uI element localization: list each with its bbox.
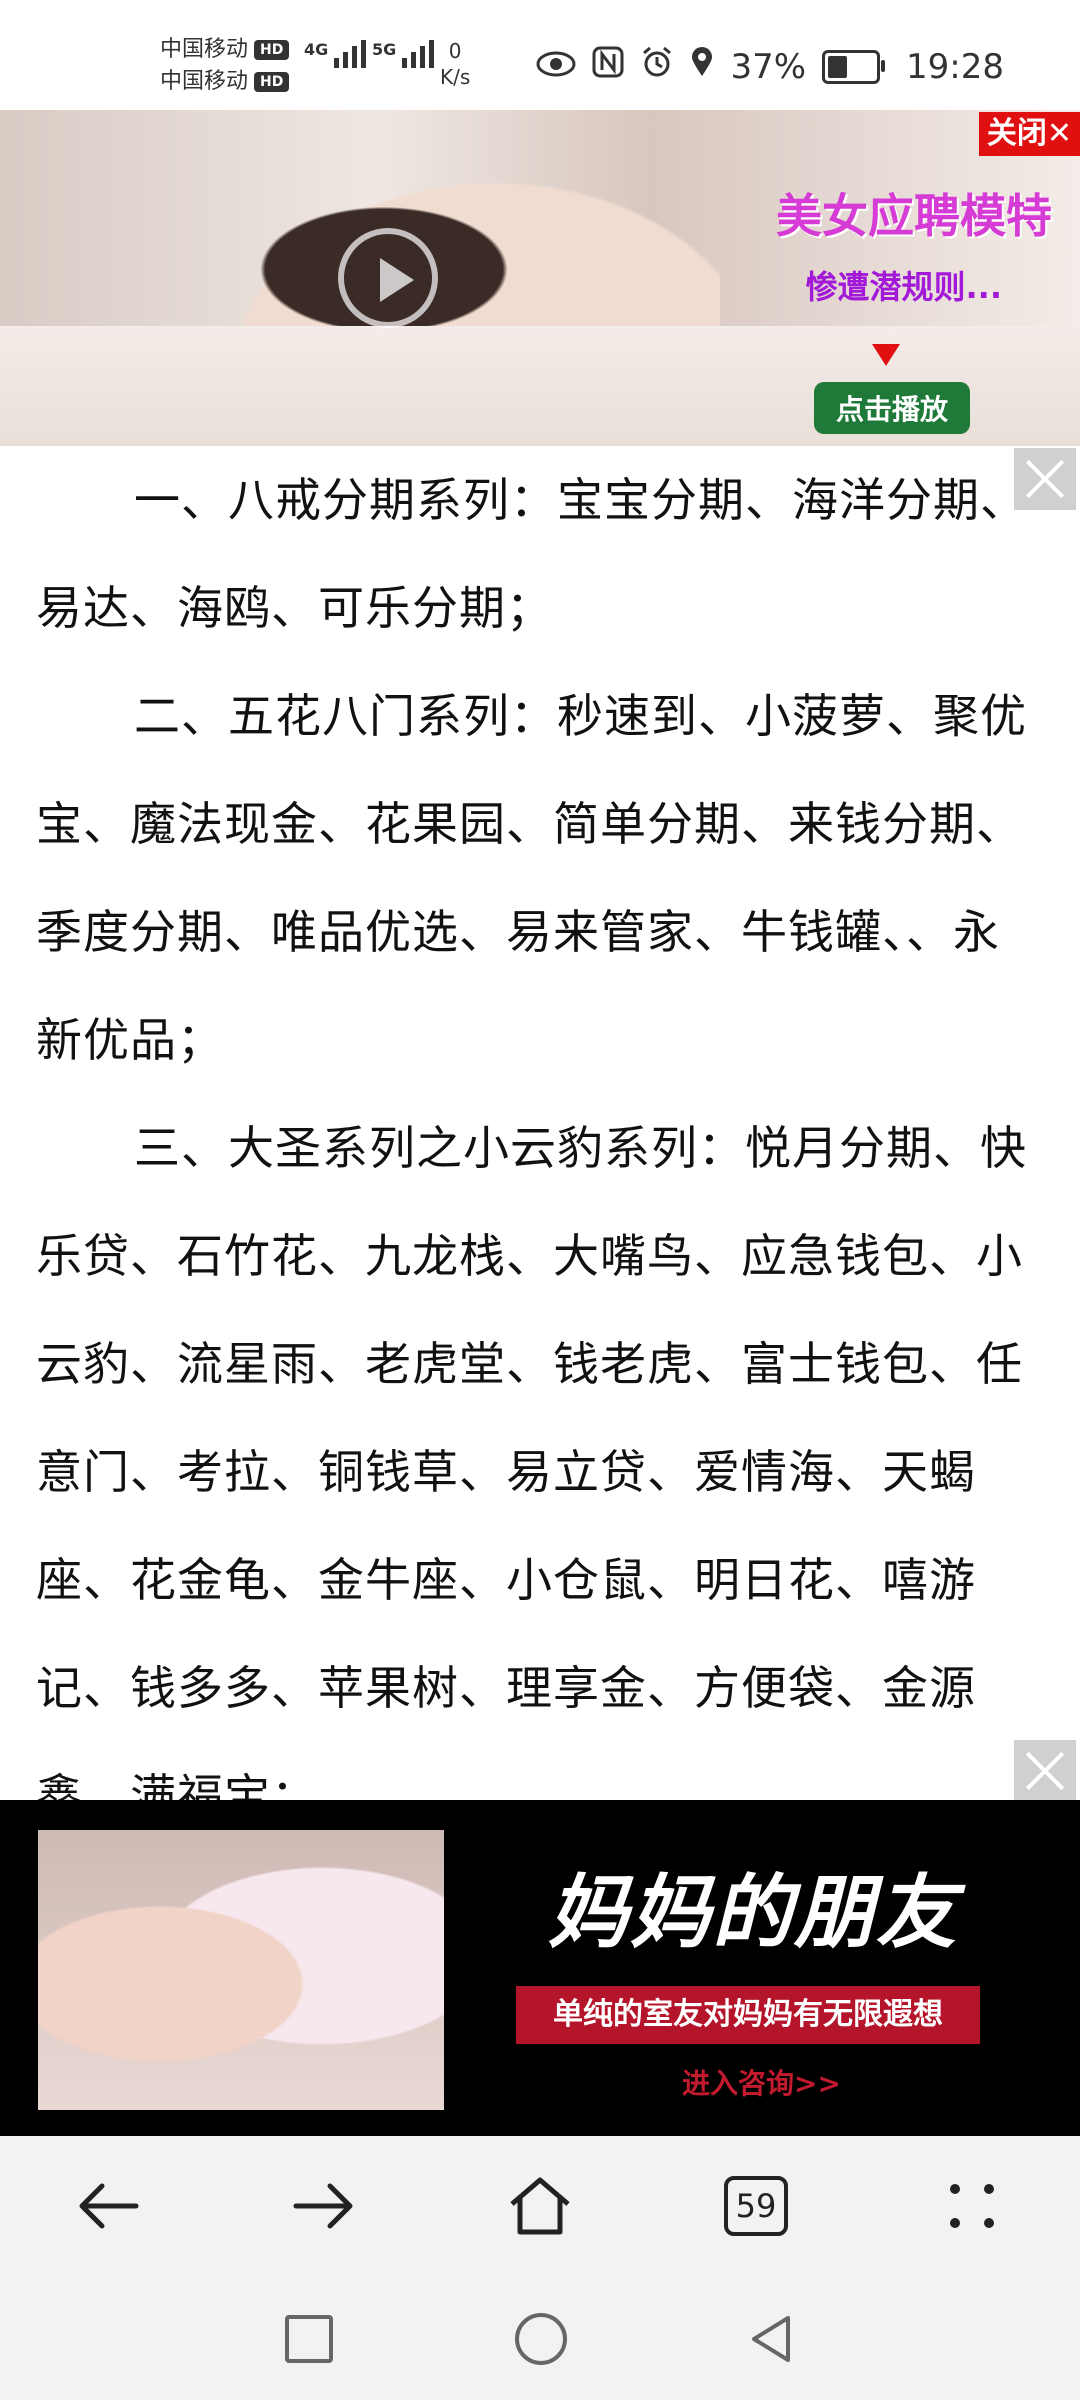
arrow-left-icon	[79, 2183, 139, 2229]
status-icons: 37% 19:28	[536, 45, 1004, 88]
browser-toolbar: 59	[0, 2136, 1080, 2276]
ad-play-button[interactable]: 点击播放	[813, 382, 970, 434]
signal-4g-icon: 4G	[304, 40, 367, 68]
home-button[interactable]	[500, 2166, 580, 2246]
arrow-right-icon	[293, 2183, 353, 2229]
home-nav-button[interactable]	[506, 2304, 576, 2374]
battery-icon	[822, 49, 886, 84]
video-play-icon[interactable]	[338, 228, 438, 328]
triangle-back-icon	[752, 2316, 790, 2362]
forward-button[interactable]	[284, 2166, 364, 2246]
article-paragraph-1: 一、八戒分期系列：宝宝分期、海洋分期、易达、海鸥、可乐分期；	[36, 473, 1027, 635]
battery-percent: 37%	[730, 46, 807, 87]
tabs-button[interactable]: 59	[716, 2166, 796, 2246]
ad-title: 美女应聘模特	[776, 189, 1052, 243]
more-dots-icon	[950, 2184, 994, 2228]
arrow-down-icon	[872, 344, 900, 366]
article-content: 一、八戒分期系列：宝宝分期、海洋分期、易达、海鸥、可乐分期； 二、五花八门系列：…	[36, 446, 1042, 1800]
circle-icon	[515, 2313, 567, 2365]
nfc-icon	[592, 46, 624, 87]
clock: 19:28	[906, 46, 1004, 87]
system-nav-bar	[0, 2276, 1080, 2400]
net-speed: 0 K/s	[440, 39, 471, 89]
back-button[interactable]	[68, 2166, 148, 2246]
carrier-info: 中国移动 HD 中国移动 HD	[160, 34, 290, 98]
ad-subtitle: 单纯的室友对妈妈有无限遐想	[516, 1986, 980, 2044]
recent-apps-button[interactable]	[274, 2304, 344, 2374]
ad-close-button[interactable]: 关闭✕	[978, 112, 1080, 156]
hd-badge-2: HD	[254, 72, 290, 92]
ad-image	[38, 1830, 444, 2110]
alarm-icon	[640, 45, 674, 88]
article-paragraph-3: 三、大圣系列之小云豹系列：悦月分期、快乐贷、石竹花、九龙栈、大嘴鸟、应急钱包、小…	[36, 1121, 1027, 1800]
more-menu-button[interactable]	[932, 2166, 1012, 2246]
close-icon[interactable]	[1014, 448, 1076, 510]
bottom-ad-banner[interactable]: 妈妈的朋友 单纯的室友对妈妈有无限遐想 进入咨询>>	[0, 1800, 1080, 2136]
hd-badge-1: HD	[254, 40, 290, 60]
tab-count: 59	[724, 2176, 788, 2236]
home-icon	[510, 2177, 570, 2235]
status-bar: 中国移动 HD 中国移动 HD 4G 5G 0 K/s 37% 19:28	[0, 0, 1080, 110]
ad-link[interactable]: 进入咨询>>	[682, 2062, 841, 2102]
back-nav-button[interactable]	[736, 2304, 806, 2374]
ad-subtitle: 惨遭潜规则...	[805, 268, 1002, 306]
location-icon	[690, 46, 714, 87]
article-paragraph-2: 二、五花八门系列：秒速到、小菠萝、聚优宝、魔法现金、花果园、简单分期、来钱分期、…	[36, 689, 1027, 1067]
square-icon	[285, 2315, 333, 2363]
ad-title: 妈妈的朋友	[548, 1866, 958, 1959]
signal-5g-icon: 5G	[372, 40, 435, 68]
close-icon[interactable]	[1014, 1740, 1076, 1802]
carrier-1: 中国移动	[160, 37, 249, 62]
eye-icon	[536, 47, 576, 87]
carrier-2: 中国移动	[160, 69, 249, 94]
